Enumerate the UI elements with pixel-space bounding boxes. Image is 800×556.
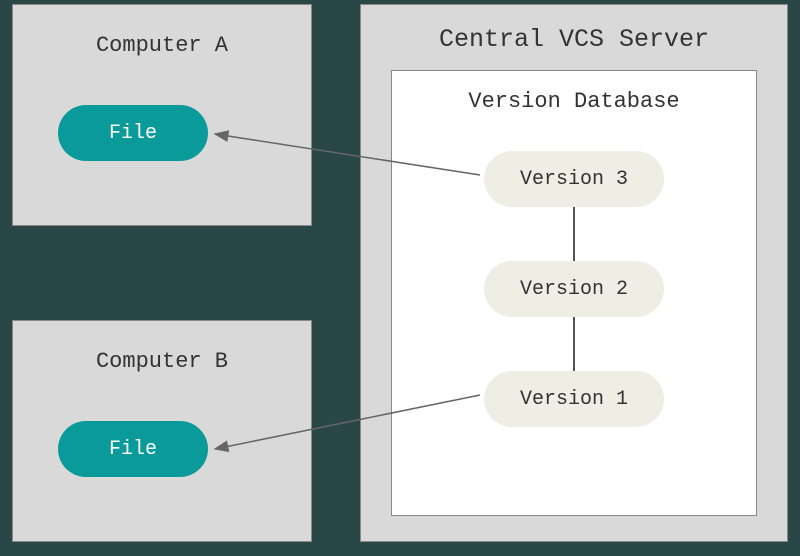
computer-b-title: Computer B bbox=[13, 321, 311, 374]
computer-a-panel: Computer A File bbox=[12, 4, 312, 226]
server-title: Central VCS Server bbox=[361, 5, 787, 54]
computer-a-file: File bbox=[58, 105, 208, 161]
version-3-pill: Version 3 bbox=[484, 151, 664, 207]
file-label-b: File bbox=[109, 438, 157, 461]
version-1-pill: Version 1 bbox=[484, 371, 664, 427]
file-label-a: File bbox=[109, 122, 157, 145]
version-3-label: Version 3 bbox=[520, 168, 628, 191]
version-database-box: Version Database Version 3 Version 2 Ver… bbox=[391, 70, 757, 516]
version-database-title: Version Database bbox=[392, 71, 756, 114]
connector-2-1 bbox=[573, 317, 575, 371]
version-1-label: Version 1 bbox=[520, 388, 628, 411]
connector-3-2 bbox=[573, 207, 575, 261]
version-2-pill: Version 2 bbox=[484, 261, 664, 317]
computer-b-panel: Computer B File bbox=[12, 320, 312, 542]
version-2-label: Version 2 bbox=[520, 278, 628, 301]
server-panel: Central VCS Server Version Database Vers… bbox=[360, 4, 788, 542]
computer-a-title: Computer A bbox=[13, 5, 311, 58]
computer-b-file: File bbox=[58, 421, 208, 477]
